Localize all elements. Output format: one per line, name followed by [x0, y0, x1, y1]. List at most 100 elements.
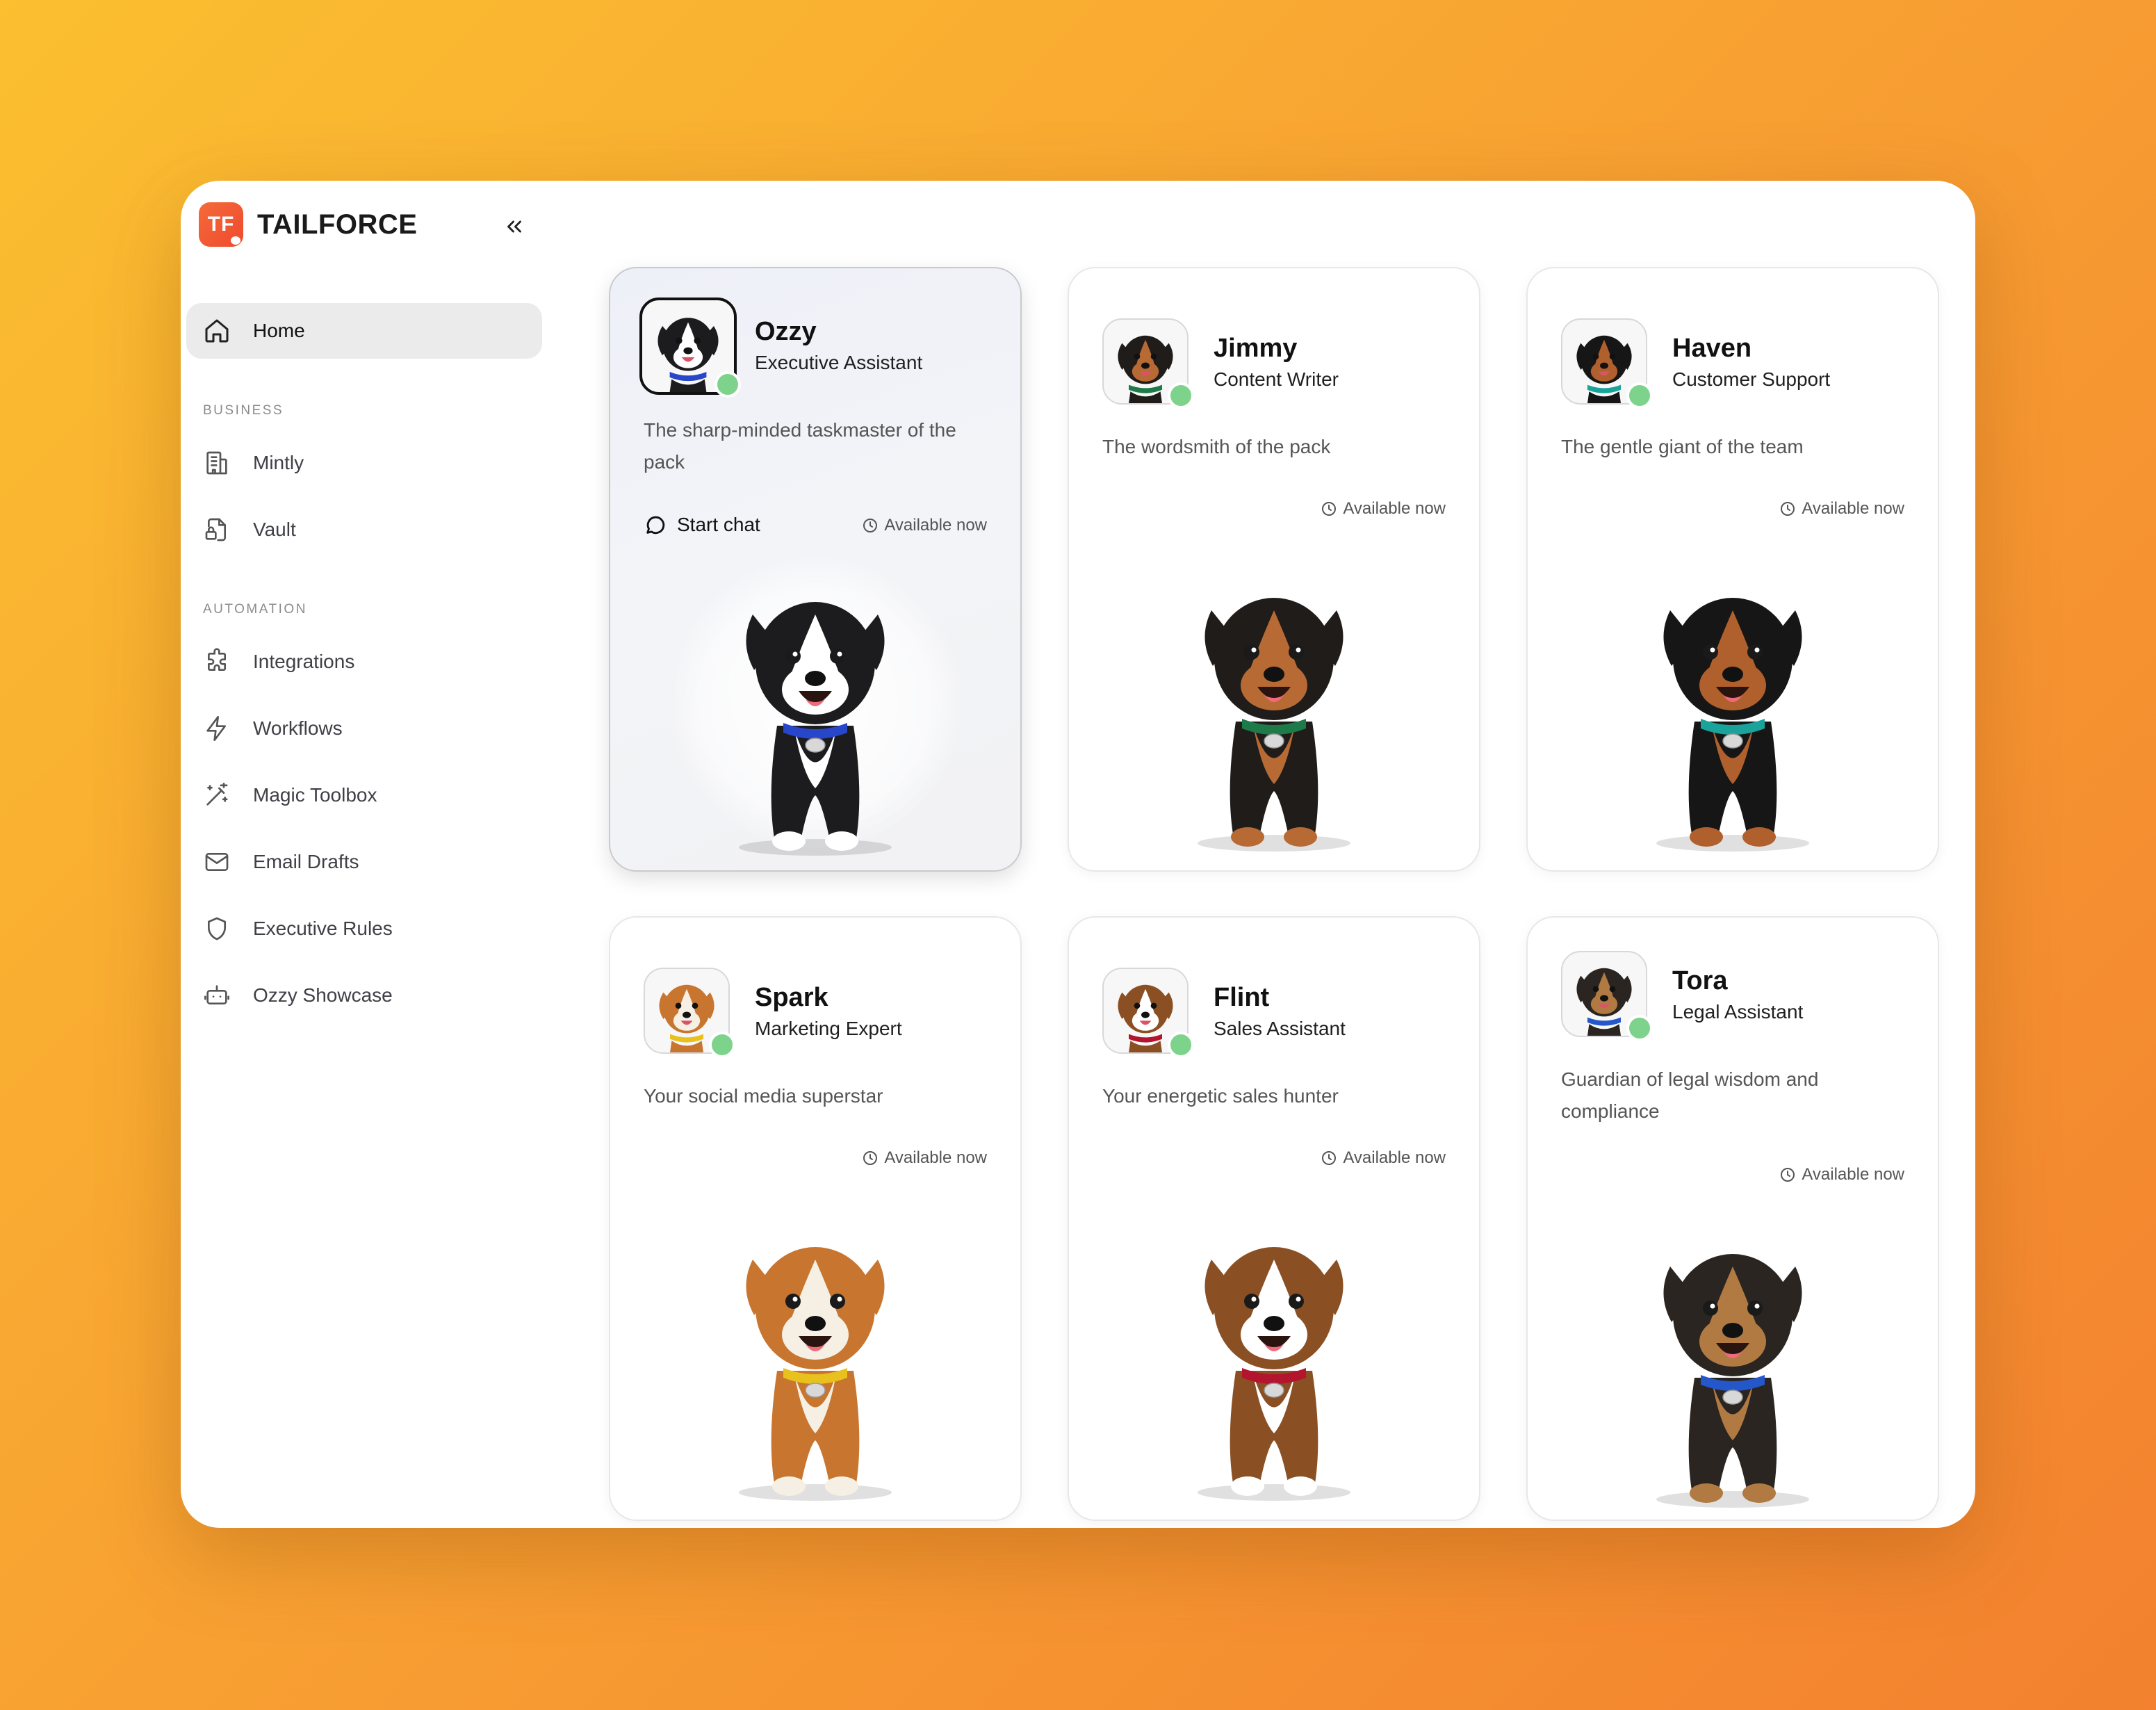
tailforce-logo: TF: [199, 202, 243, 247]
logo-text: TF: [207, 213, 235, 236]
agent-description: The wordsmith of the pack: [1102, 436, 1331, 457]
agent-role: Sales Assistant: [1214, 1018, 1346, 1039]
online-status-indicator: [714, 371, 741, 398]
sidebar-item-label: Workflows: [253, 717, 343, 739]
online-status-indicator: [709, 1032, 735, 1058]
agent-avatar: [1561, 318, 1653, 409]
online-status-indicator: [1626, 382, 1653, 409]
agent-card-ozzy[interactable]: Ozzy Executive Assistant The sharp-minde…: [609, 267, 1022, 872]
sidebar-item-home[interactable]: Home: [186, 303, 542, 359]
chat-bubble-icon: [646, 516, 665, 535]
home-icon: [205, 319, 229, 343]
agent-card-flint[interactable]: Flint Sales Assistant Your energetic sal…: [1068, 916, 1480, 1521]
agent-role: Customer Support: [1672, 368, 1831, 390]
agent-portrait: [1656, 1254, 1809, 1508]
sidebar-item-vault[interactable]: Vault: [186, 502, 542, 557]
agent-portrait: [1656, 598, 1809, 852]
sidebar-item-magic-toolbox[interactable]: Magic Toolbox: [186, 767, 542, 823]
file-lock-icon: [205, 518, 226, 542]
sidebar-item-ozzy-showcase[interactable]: Ozzy Showcase: [186, 968, 542, 1023]
sidebar-item-mintly[interactable]: Mintly: [186, 435, 542, 491]
paw-icon: [231, 236, 240, 245]
agent-card-tora[interactable]: Tora Legal Assistant Guardian of legal w…: [1526, 916, 1939, 1521]
sidebar-item-label: Mintly: [253, 452, 304, 473]
agent-role: Executive Assistant: [755, 352, 923, 373]
availability-status: Available now: [862, 1148, 987, 1168]
online-status-indicator: [1168, 1032, 1194, 1058]
agent-name: Flint: [1214, 983, 1270, 1012]
agent-portrait: [739, 602, 892, 856]
lightning-icon: [206, 716, 226, 741]
start-chat-button[interactable]: Start chat: [644, 513, 760, 537]
magic-wand-icon: [206, 783, 228, 806]
agent-card-haven[interactable]: Haven Customer Support The gentle giant …: [1526, 267, 1939, 872]
start-chat-label: Start chat: [677, 514, 760, 535]
clock-icon: [863, 1151, 878, 1165]
collapse-sidebar-button[interactable]: [495, 207, 534, 246]
mail-icon: [205, 853, 229, 871]
agent-avatar: [1561, 951, 1653, 1041]
agent-avatar: [1102, 318, 1194, 409]
agent-avatar: [644, 968, 735, 1058]
availability-text: Available now: [1343, 499, 1446, 518]
clock-icon: [1322, 502, 1337, 516]
sidebar-item-executive-rules[interactable]: Executive Rules: [186, 901, 542, 956]
agent-name: Jimmy: [1214, 334, 1298, 363]
agent-role: Legal Assistant: [1672, 1001, 1804, 1023]
availability-text: Available now: [1802, 1165, 1904, 1184]
sidebar-item-label: Email Drafts: [253, 851, 359, 872]
agent-description: Your social media superstar: [644, 1085, 883, 1107]
availability-text: Available now: [1802, 499, 1904, 518]
clock-icon: [1781, 1168, 1795, 1182]
clock-icon: [1781, 502, 1795, 516]
agent-portrait: [1198, 1247, 1350, 1501]
online-status-indicator: [1168, 382, 1194, 409]
agent-description: The sharp-minded taskmaster of the pack: [644, 419, 956, 473]
brand[interactable]: TF TAILFORCE: [199, 202, 417, 247]
sidebar-item-workflows[interactable]: Workflows: [186, 701, 542, 756]
availability-status: Available now: [1321, 499, 1446, 519]
availability-text: Available now: [884, 1148, 987, 1167]
bot-icon: [204, 985, 229, 1004]
agent-description: Guardian of legal wisdom and compliance: [1561, 1068, 1819, 1122]
agent-description: Your energetic sales hunter: [1102, 1085, 1339, 1107]
app-window: TF TAILFORCE Home BUSINESS Mintly Vault …: [181, 181, 1975, 1528]
section-label-business: BUSINESS: [203, 403, 284, 418]
chevrons-left-icon: [507, 220, 521, 233]
agent-name: Spark: [755, 983, 828, 1012]
agent-role: Content Writer: [1214, 368, 1339, 390]
agent-card-jimmy[interactable]: Jimmy Content Writer The wordsmith of th…: [1068, 267, 1480, 872]
agent-portrait: [1198, 598, 1350, 852]
availability-text: Available now: [1343, 1148, 1446, 1167]
clock-icon: [1322, 1151, 1337, 1165]
sidebar-item-label: Integrations: [253, 651, 355, 672]
agent-name: Haven: [1672, 334, 1752, 363]
building-icon: [206, 451, 227, 475]
agent-portrait: [739, 1247, 892, 1501]
brand-name: TAILFORCE: [257, 209, 418, 240]
sidebar-item-email-drafts[interactable]: Email Drafts: [186, 834, 542, 890]
sidebar-item-label: Executive Rules: [253, 918, 393, 939]
online-status-indicator: [1626, 1015, 1653, 1041]
availability-status: Available now: [862, 516, 987, 535]
availability-status: Available now: [1779, 1165, 1904, 1184]
sidebar-item-label: Ozzy Showcase: [253, 984, 393, 1006]
clock-icon: [863, 519, 878, 532]
sidebar-item-label: Vault: [253, 519, 296, 540]
agent-card-spark[interactable]: Spark Marketing Expert Your social media…: [609, 916, 1022, 1521]
section-label-automation: AUTOMATION: [203, 602, 307, 617]
agent-name: Tora: [1672, 966, 1728, 995]
agent-name: Ozzy: [755, 317, 817, 346]
sidebar-item-label: Magic Toolbox: [253, 784, 377, 806]
sidebar-item-integrations[interactable]: Integrations: [186, 634, 542, 690]
sidebar: TF TAILFORCE Home BUSINESS Mintly Vault …: [181, 181, 556, 1528]
agent-avatar: [639, 298, 741, 398]
shield-icon: [208, 917, 226, 940]
agent-avatar: [1102, 968, 1194, 1058]
availability-status: Available now: [1321, 1148, 1446, 1168]
sidebar-item-label: Home: [253, 320, 305, 341]
agent-description: The gentle giant of the team: [1561, 436, 1804, 457]
puzzle-icon: [208, 648, 226, 671]
agent-role: Marketing Expert: [755, 1018, 902, 1039]
availability-status: Available now: [1779, 499, 1904, 519]
